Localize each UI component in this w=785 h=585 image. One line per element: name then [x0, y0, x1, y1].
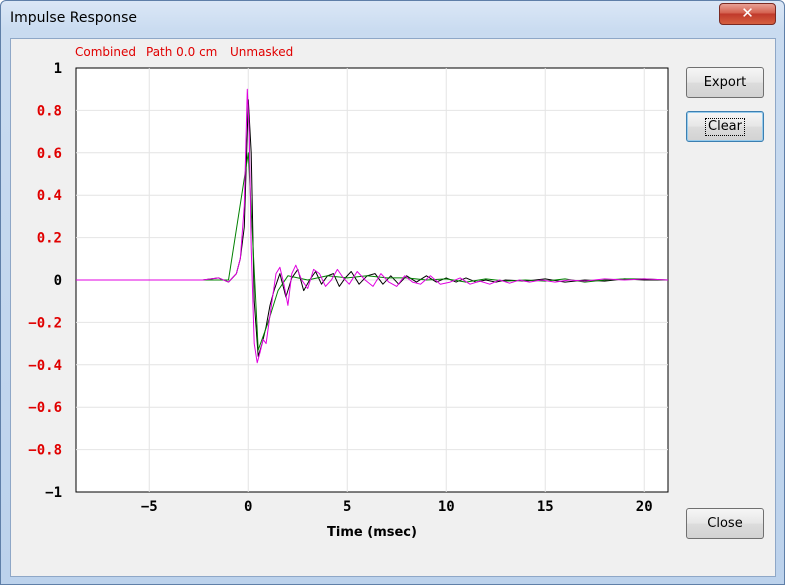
- y-tick-label: 1: [54, 61, 62, 77]
- window-title: Impulse Response: [10, 10, 138, 26]
- y-tick-labels: 1 0.8 0.6 0.4 0.2 0 −0.2 −0.4 −0.6 −0.8 −1: [28, 61, 62, 501]
- x-tick-label: −5: [141, 499, 158, 515]
- x-tick-label: 0: [244, 499, 252, 515]
- close-button[interactable]: Close: [686, 508, 764, 539]
- y-tick-label: −0.4: [28, 358, 62, 374]
- x-tick-label: 20: [636, 499, 653, 515]
- clear-button[interactable]: Clear: [686, 111, 764, 142]
- clear-button-label: Clear: [705, 118, 745, 136]
- x-tick-label: 15: [537, 499, 554, 515]
- x-tick-labels: −5 0 5 10 15 20: [141, 499, 653, 515]
- x-tick-label: 5: [343, 499, 351, 515]
- y-tick-label: −1: [45, 485, 62, 501]
- status-mask: Unmasked: [230, 45, 293, 59]
- x-tick-label: 10: [438, 499, 455, 515]
- x-axis-label: Time (msec): [327, 525, 417, 540]
- impulse-response-chart: Combined Path 0.0 cm Unmasked 1 0.8 0.6 0.4…: [28, 45, 669, 540]
- status-path: Path 0.0 cm: [146, 45, 217, 59]
- y-tick-label: −0.6: [28, 400, 62, 416]
- y-tick-label: −0.8: [28, 443, 62, 459]
- status-combined: Combined: [75, 45, 136, 59]
- close-button-label: Close: [707, 516, 743, 531]
- y-tick-label: 0.6: [37, 146, 62, 162]
- dialog-client-area: Combined Path 0.0 cm Unmasked 1 0.8 0.6 0.4…: [10, 38, 776, 577]
- export-button-label: Export: [703, 75, 747, 90]
- window-close-icon[interactable]: ✕: [719, 3, 776, 25]
- y-tick-label: 0.4: [37, 188, 62, 204]
- y-tick-label: −0.2: [28, 315, 62, 331]
- y-tick-label: 0.2: [37, 231, 62, 247]
- impulse-response-window: Impulse Response ✕ Combined Path 0.0 cm …: [0, 0, 785, 585]
- export-button[interactable]: Export: [686, 67, 764, 98]
- y-tick-label: 0.8: [37, 103, 62, 119]
- y-tick-label: 0: [54, 273, 62, 289]
